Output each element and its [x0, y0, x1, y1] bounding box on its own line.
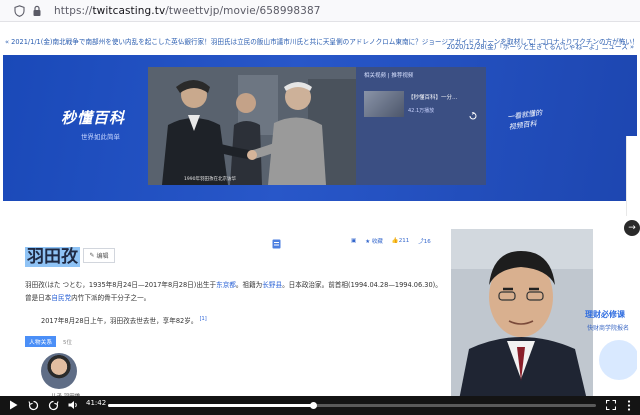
- forward-icon: [48, 400, 59, 410]
- arrow-right-icon[interactable]: →: [624, 220, 640, 236]
- edit-button-label: 编辑: [96, 253, 109, 260]
- add-icon[interactable]: ▣: [351, 238, 356, 244]
- play-icon: [9, 400, 17, 410]
- summary-paragraph: 羽田孜(はた つとむ，1935年8月24日—2017年8月28日)出生于东京都。…: [25, 279, 445, 305]
- ad-decoration: [599, 340, 637, 380]
- browser-address-bar: https://twitcasting.tv/tweettvjp/movie/6…: [0, 0, 640, 22]
- related-video-title[interactable]: 【秒懂百科】一分…: [408, 93, 458, 101]
- like-count: 211: [398, 238, 410, 244]
- summary-text-1: 羽田孜(はた つとむ，1935年8月24日—2017年8月28日)出生于: [25, 281, 217, 289]
- collect-button[interactable]: ★ 收藏: [365, 237, 383, 245]
- collect-label: 收藏: [371, 239, 383, 245]
- share-icon[interactable]: [469, 105, 477, 120]
- summary-text-2: 。祖籍为: [235, 281, 263, 289]
- side-share-rail: [626, 136, 640, 216]
- url-field[interactable]: https://twitcasting.tv/tweettvjp/movie/6…: [54, 5, 321, 17]
- death-text: 2017年8月28日上午，羽田孜去世去世，享年82岁。: [41, 317, 198, 325]
- fullscreen-button[interactable]: [604, 398, 618, 412]
- banner-subtitle: 世界如此简单: [81, 133, 120, 141]
- portrait-illustration: [451, 229, 593, 400]
- progress-handle[interactable]: [309, 402, 317, 409]
- more-vertical-icon: [627, 399, 631, 411]
- pencil-icon: ✎: [89, 252, 95, 259]
- edit-button[interactable]: ✎ 编辑: [83, 248, 115, 263]
- volume-button[interactable]: [66, 398, 80, 412]
- baike-banner: 秒懂百科 世界如此简单 1990年羽田孜在北京访华 相关视频 | 推荐视频 【秒…: [3, 55, 637, 201]
- handwritten-slogan: 一看就懂的 视频百科: [507, 108, 544, 133]
- current-time: 41:42: [86, 399, 107, 407]
- like-button[interactable]: 👍211: [392, 238, 409, 244]
- ad-headline[interactable]: 理财必修课: [585, 309, 625, 320]
- progress-fill: [108, 404, 313, 407]
- next-post-link[interactable]: 2020/12/28(金)「ボーッと生きてるんじゃねーよ」ニュース »: [447, 41, 634, 51]
- video-player[interactable]: 秒懂百科 世界如此简单 1990年羽田孜在北京访华 相关视频 | 推荐视频 【秒…: [3, 55, 637, 400]
- fullscreen-icon: [606, 400, 616, 410]
- shield-icon[interactable]: [12, 4, 26, 18]
- thumbs-up-icon: 👍: [391, 238, 399, 244]
- share-count: 16: [423, 239, 431, 245]
- handshake-photo-illustration: [148, 67, 356, 185]
- article-section: 羽田孜 ✎ 编辑 ▣ ★ 收藏 👍211 ⤴16 羽田孜(はた つとむ，1935…: [3, 201, 637, 400]
- link-tokyo[interactable]: 东京都: [216, 281, 236, 289]
- ad-subline[interactable]: 快财商学院报名: [587, 323, 629, 332]
- play-button[interactable]: [6, 398, 20, 412]
- rewind-button[interactable]: [26, 398, 40, 412]
- avatar[interactable]: [41, 353, 77, 389]
- page-title: 羽田孜: [25, 247, 80, 267]
- related-videos-panel: 相关视频 | 推荐视频 【秒懂百科】一分… 42.1万播放: [356, 67, 486, 185]
- link-ldp[interactable]: 自民党: [51, 294, 71, 302]
- portrait-photo: [451, 229, 593, 400]
- star-icon: ★: [365, 239, 371, 245]
- more-options-button[interactable]: [622, 398, 636, 412]
- related-videos-header[interactable]: 相关视频 | 推荐视频: [364, 71, 413, 79]
- volume-icon: [68, 401, 77, 409]
- document-icon[interactable]: [272, 234, 281, 253]
- forward-button[interactable]: [46, 398, 60, 412]
- url-scheme: https://: [54, 4, 93, 17]
- progress-bar[interactable]: [108, 402, 596, 409]
- banner-historic-photo: 1990年羽田孜在北京访华: [148, 67, 356, 185]
- death-paragraph: 2017年8月28日上午，羽田孜去世去世，享年82岁。 [1]: [41, 315, 207, 325]
- share-button[interactable]: ⤴16: [418, 237, 431, 245]
- relations-count: 5位: [63, 340, 72, 346]
- article-actions: ▣ ★ 收藏 👍211 ⤴16: [351, 237, 431, 245]
- banner-logo: 秒懂百科: [61, 109, 126, 127]
- reference-mark[interactable]: [1]: [200, 316, 207, 322]
- link-nagano[interactable]: 长野县: [262, 281, 282, 289]
- photo-caption: 1990年羽田孜在北京访华: [184, 177, 236, 182]
- summary-text-4: 内竹下派的骨干分子之一。: [71, 294, 151, 302]
- related-video-views: 42.1万播放: [408, 108, 435, 114]
- player-control-bar: 41:42: [0, 396, 640, 415]
- url-path: /tweettvjp/movie/658998387: [165, 4, 321, 17]
- url-host: twitcasting.tv: [92, 4, 166, 17]
- article-card: 羽田孜 ✎ 编辑 ▣ ★ 收藏 👍211 ⤴16 羽田孜(はた つとむ，1935…: [21, 209, 445, 400]
- lock-icon[interactable]: [30, 4, 44, 18]
- relations-tag[interactable]: 人物关系: [25, 336, 57, 347]
- rewind-icon: [27, 400, 38, 410]
- related-video-thumbnail[interactable]: [364, 91, 404, 117]
